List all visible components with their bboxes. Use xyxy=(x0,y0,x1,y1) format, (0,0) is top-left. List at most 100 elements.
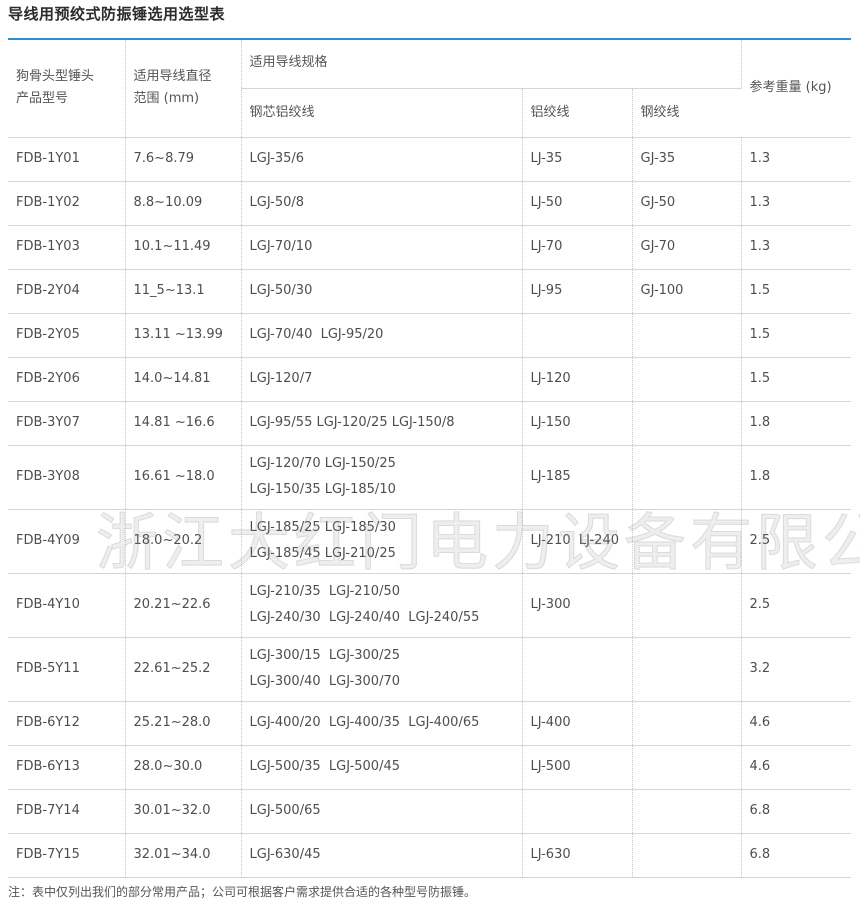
cell-diameter: 13.11 ~13.99 xyxy=(125,313,242,358)
cell-al: LJ-70 xyxy=(522,225,633,270)
table-row: FDB-1Y03 10.1~11.49 LGJ-70/10 LJ-70 GJ-70 1.3 xyxy=(8,225,852,270)
table-row: FDB-4Y10 20.21~22.6 LGJ-210/35 LGJ-210/50 L… xyxy=(8,573,852,638)
table-row: FDB-2Y06 14.0~14.81 LGJ-120/7 LJ-120 1.5 xyxy=(8,357,852,402)
cell-weight: 1.3 xyxy=(741,137,852,182)
acsr-line: LGJ-185/25 LGJ-185/30 xyxy=(249,520,396,535)
acsr-line: LGJ-500/65 xyxy=(249,803,321,818)
cell-al: LJ-300 xyxy=(522,573,633,638)
cell-al: LJ-150 xyxy=(522,401,633,446)
cell-model: FDB-5Y11 xyxy=(8,637,126,702)
cell-weight: 1.8 xyxy=(741,445,852,510)
cell-model: FDB-2Y06 xyxy=(8,357,126,402)
cell-diameter: 8.8~10.09 xyxy=(125,181,242,226)
cell-al: LJ-400 xyxy=(522,701,633,746)
acsr-line: LGJ-300/15 LGJ-300/25 xyxy=(249,648,401,663)
acsr-line: LGJ-630/45 xyxy=(249,847,321,862)
cell-diameter: 16.61 ~18.0 xyxy=(125,445,242,510)
header-steel: 钢绞线 xyxy=(632,88,742,138)
acsr-line: LGJ-70/40 LGJ-95/20 xyxy=(249,327,384,342)
acsr-line: LGJ-210/35 LGJ-210/50 xyxy=(249,584,401,599)
table-row: FDB-1Y01 7.6~8.79 LGJ-35/6 LJ-35 GJ-35 1.3 xyxy=(8,137,852,182)
cell-weight: 1.8 xyxy=(741,401,852,446)
cell-al: LJ-185 xyxy=(522,445,633,510)
acsr-line: LGJ-300/40 LGJ-300/70 xyxy=(249,674,401,689)
cell-steel xyxy=(632,701,742,746)
acsr-line: LGJ-400/20 LGJ-400/35 LGJ-400/65 xyxy=(249,715,480,730)
cell-diameter: 7.6~8.79 xyxy=(125,137,242,182)
table-row: FDB-3Y07 14.81 ~16.6 LGJ-95/55 LGJ-120/25 … xyxy=(8,401,852,446)
cell-acsr: LGJ-70/40 LGJ-95/20 xyxy=(241,313,523,358)
table-row: FDB-2Y05 13.11 ~13.99 LGJ-70/40 LGJ-95/20 1… xyxy=(8,313,852,358)
cell-diameter: 10.1~11.49 xyxy=(125,225,242,270)
cell-acsr: LGJ-70/10 xyxy=(241,225,523,270)
acsr-line: LGJ-50/30 xyxy=(249,283,313,298)
cell-acsr: LGJ-630/45 xyxy=(241,833,523,878)
table-body: FDB-1Y01 7.6~8.79 LGJ-35/6 LJ-35 GJ-35 1.3 FDB… xyxy=(8,137,852,878)
cell-steel: GJ-70 xyxy=(632,225,742,270)
cell-diameter: 18.0~20.2 xyxy=(125,509,242,574)
cell-acsr: LGJ-50/30 xyxy=(241,269,523,314)
cell-al: LJ-35 xyxy=(522,137,633,182)
cell-al: LJ-50 xyxy=(522,181,633,226)
cell-acsr: LGJ-185/25 LGJ-185/30 LGJ-185/45 LGJ-210/… xyxy=(241,509,523,574)
header-spec: 适用导线规格 xyxy=(241,40,742,89)
cell-steel xyxy=(632,745,742,790)
cell-al: LJ-120 xyxy=(522,357,633,402)
cell-model: FDB-1Y03 xyxy=(8,225,126,270)
acsr-line: LGJ-95/55 LGJ-120/25 LGJ-150/8 xyxy=(249,415,455,430)
cell-model: FDB-1Y01 xyxy=(8,137,126,182)
table-row: FDB-7Y14 30.01~32.0 LGJ-500/65 6.8 xyxy=(8,789,852,834)
cell-model: FDB-2Y05 xyxy=(8,313,126,358)
cell-acsr: LGJ-120/70 LGJ-150/25 LGJ-150/35 LGJ-185/… xyxy=(241,445,523,510)
footnote: 注：表中仅列出我们的部分常用产品；公司可根据客户需求提供合适的各种型号防振锤。 xyxy=(8,885,477,899)
table-row: FDB-3Y08 16.61 ~18.0 LGJ-120/70 LGJ-150/25… xyxy=(8,445,852,510)
acsr-line: LGJ-120/7 xyxy=(249,371,313,386)
header-acsr: 钢芯铝绞线 xyxy=(241,88,523,138)
cell-model: FDB-6Y12 xyxy=(8,701,126,746)
cell-diameter: 14.81 ~16.6 xyxy=(125,401,242,446)
cell-diameter: 32.01~34.0 xyxy=(125,833,242,878)
cell-steel xyxy=(632,313,742,358)
acsr-line: LGJ-70/10 xyxy=(249,239,313,254)
cell-weight: 1.3 xyxy=(741,181,852,226)
acsr-line: LGJ-240/30 LGJ-240/40 LGJ-240/55 xyxy=(249,610,480,625)
acsr-line: LGJ-50/8 xyxy=(249,195,305,210)
cell-steel xyxy=(632,789,742,834)
cell-al: LJ-95 xyxy=(522,269,633,314)
cell-weight: 1.3 xyxy=(741,225,852,270)
cell-model: FDB-4Y09 xyxy=(8,509,126,574)
cell-acsr: LGJ-35/6 xyxy=(241,137,523,182)
header-weight: 参考重量 (kg) xyxy=(741,40,852,138)
cell-weight: 1.5 xyxy=(741,357,852,402)
cell-weight: 1.5 xyxy=(741,269,852,314)
cell-diameter: 22.61~25.2 xyxy=(125,637,242,702)
cell-al: LJ-210 LJ-240 xyxy=(522,509,633,574)
cell-steel xyxy=(632,445,742,510)
cell-model: FDB-4Y10 xyxy=(8,573,126,638)
cell-al xyxy=(522,313,633,358)
cell-steel xyxy=(632,509,742,574)
cell-steel xyxy=(632,573,742,638)
cell-acsr: LGJ-300/15 LGJ-300/25 LGJ-300/40 LGJ-300/… xyxy=(241,637,523,702)
cell-weight: 4.6 xyxy=(741,745,852,790)
table-row: FDB-2Y04 11_5~13.1 LGJ-50/30 LJ-95 GJ-100 1.5 xyxy=(8,269,852,314)
cell-al xyxy=(522,637,633,702)
cell-acsr: LGJ-500/65 xyxy=(241,789,523,834)
page-title: 导线用预绞式防振锤选用选型表 xyxy=(8,5,226,23)
acsr-line: LGJ-120/70 LGJ-150/25 xyxy=(249,456,396,471)
table-row: FDB-4Y09 18.0~20.2 LGJ-185/25 LGJ-185/30 LG… xyxy=(8,509,852,574)
header-al: 铝绞线 xyxy=(522,88,633,138)
cell-diameter: 20.21~22.6 xyxy=(125,573,242,638)
cell-weight: 3.2 xyxy=(741,637,852,702)
cell-model: FDB-3Y08 xyxy=(8,445,126,510)
cell-diameter: 25.21~28.0 xyxy=(125,701,242,746)
cell-acsr: LGJ-50/8 xyxy=(241,181,523,226)
cell-weight: 2.5 xyxy=(741,573,852,638)
cell-diameter: 30.01~32.0 xyxy=(125,789,242,834)
cell-acsr: LGJ-95/55 LGJ-120/25 LGJ-150/8 xyxy=(241,401,523,446)
acsr-line: LGJ-500/35 LGJ-500/45 xyxy=(249,759,401,774)
cell-acsr: LGJ-400/20 LGJ-400/35 LGJ-400/65 xyxy=(241,701,523,746)
table-row: FDB-1Y02 8.8~10.09 LGJ-50/8 LJ-50 GJ-50 1.3 xyxy=(8,181,852,226)
cell-al xyxy=(522,789,633,834)
cell-steel xyxy=(632,833,742,878)
